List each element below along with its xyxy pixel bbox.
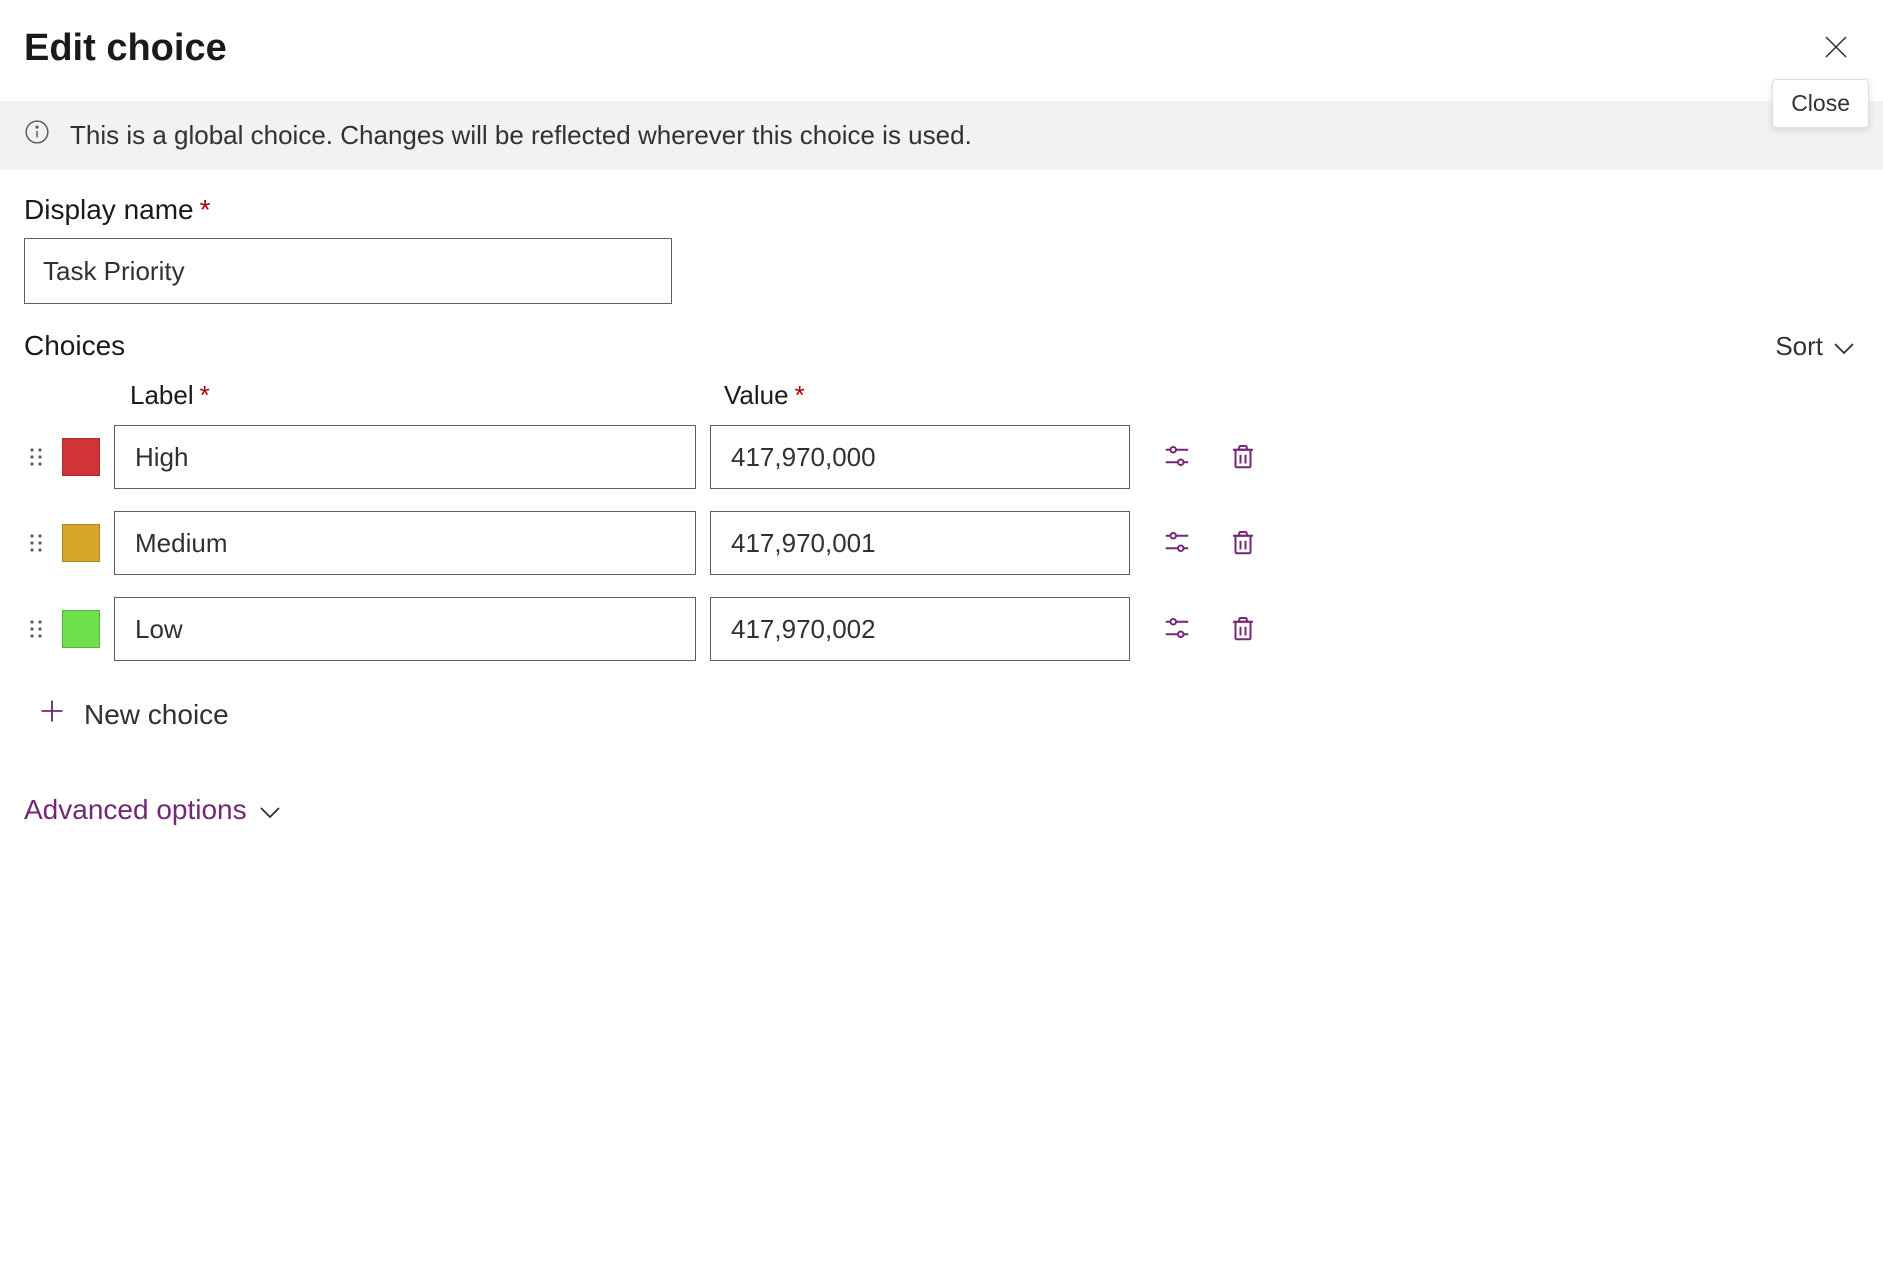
- trash-icon: [1228, 613, 1258, 646]
- trash-icon: [1228, 527, 1258, 560]
- choice-value-input[interactable]: [710, 425, 1130, 489]
- plus-icon: [38, 697, 66, 732]
- trash-icon: [1228, 441, 1258, 474]
- choice-delete-button[interactable]: [1224, 438, 1262, 476]
- color-swatch[interactable]: [62, 610, 100, 648]
- choice-delete-button[interactable]: [1224, 524, 1262, 562]
- choice-row: [24, 425, 1859, 489]
- drag-handle-icon[interactable]: [24, 532, 48, 554]
- panel-header: Edit choice Close: [0, 0, 1883, 101]
- choice-settings-button[interactable]: [1158, 524, 1196, 562]
- info-bar: This is a global choice. Changes will be…: [0, 101, 1883, 170]
- label-column-header: Label*: [130, 380, 724, 411]
- choice-label-input[interactable]: [114, 597, 696, 661]
- info-text: This is a global choice. Changes will be…: [70, 120, 972, 151]
- choice-settings-button[interactable]: [1158, 610, 1196, 648]
- sliders-icon: [1162, 527, 1192, 560]
- choices-column-headers: Label* Value*: [24, 380, 1859, 425]
- display-name-label: Display name*: [24, 194, 1859, 226]
- close-button[interactable]: Close: [1813, 24, 1859, 73]
- choices-heading: Choices: [24, 330, 125, 362]
- advanced-options-toggle[interactable]: Advanced options: [0, 732, 305, 826]
- choice-label-input[interactable]: [114, 425, 696, 489]
- choice-row: [24, 511, 1859, 575]
- display-name-input[interactable]: [24, 238, 672, 304]
- close-tooltip: Close: [1772, 79, 1869, 128]
- panel-title: Edit choice: [24, 27, 227, 70]
- choice-delete-button[interactable]: [1224, 610, 1262, 648]
- color-swatch[interactable]: [62, 524, 100, 562]
- choice-settings-button[interactable]: [1158, 438, 1196, 476]
- value-column-header: Value*: [724, 380, 1144, 411]
- required-indicator: *: [200, 194, 211, 225]
- color-swatch[interactable]: [62, 438, 100, 476]
- choice-value-input[interactable]: [710, 597, 1130, 661]
- drag-handle-icon[interactable]: [24, 446, 48, 468]
- sort-button[interactable]: Sort: [1775, 331, 1859, 362]
- chevron-down-icon: [1833, 331, 1855, 362]
- chevron-down-icon: [259, 794, 281, 826]
- choice-row: [24, 597, 1859, 661]
- choice-value-input[interactable]: [710, 511, 1130, 575]
- choice-label-input[interactable]: [114, 511, 696, 575]
- sliders-icon: [1162, 441, 1192, 474]
- info-icon: [24, 119, 50, 152]
- new-choice-button[interactable]: New choice: [0, 683, 253, 732]
- close-icon: [1821, 50, 1851, 65]
- sliders-icon: [1162, 613, 1192, 646]
- drag-handle-icon[interactable]: [24, 618, 48, 640]
